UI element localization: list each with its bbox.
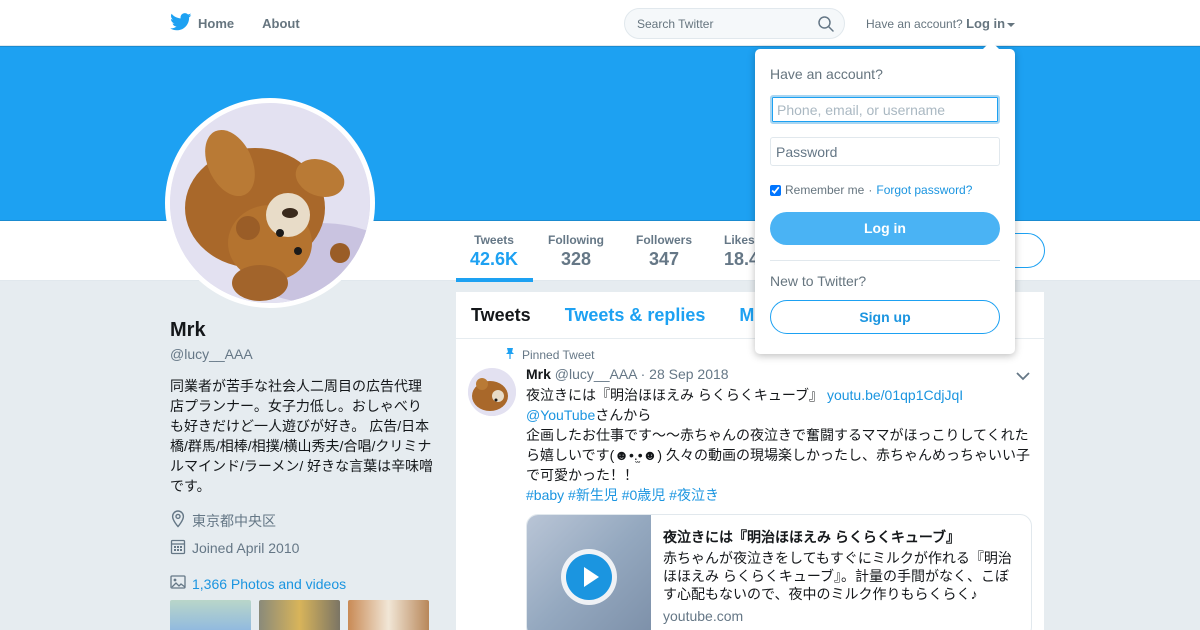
login-dropdown: Have an account? Remember me · Forgot pa… xyxy=(755,41,1015,354)
stat-tweets[interactable]: Tweets 42.6K xyxy=(470,233,518,270)
card-video-thumbnail[interactable] xyxy=(527,515,651,630)
media-thumbnail[interactable] xyxy=(170,600,251,630)
media-thumbnail[interactable] xyxy=(259,600,340,630)
media-thumbnail[interactable] xyxy=(348,600,429,630)
forgot-password-link[interactable]: Forgot password? xyxy=(876,183,972,197)
tweet-avatar[interactable] xyxy=(468,368,516,416)
play-circle xyxy=(566,554,612,600)
tab-media[interactable]: M xyxy=(739,305,754,326)
teddy-bear-photo xyxy=(170,103,370,303)
new-to-twitter-label: New to Twitter? xyxy=(770,273,867,289)
remember-me-checkbox[interactable] xyxy=(770,184,781,196)
tweet-url-link[interactable]: youtu.be/01qp1CdjJqI xyxy=(827,387,963,403)
location-pin-icon xyxy=(170,510,186,531)
top-nav-bar: Home About Have an account? Log in xyxy=(0,0,1200,46)
login-button[interactable]: Log in xyxy=(770,212,1000,245)
remember-row: Remember me · Forgot password? xyxy=(770,183,972,197)
media-thumbnails xyxy=(170,600,429,630)
tweet-header: Mrk @lucy__AAA · 28 Sep 2018 xyxy=(526,366,729,382)
nav-home[interactable]: Home xyxy=(170,12,235,34)
photos-videos-link[interactable]: 1,366 Photos and videos xyxy=(170,574,346,593)
login-toggle-label: Log in xyxy=(966,16,1006,31)
stat-value: 328 xyxy=(560,249,592,269)
stat-value: 347 xyxy=(648,249,680,269)
stat-value: 18.4 xyxy=(724,249,760,269)
nav-about[interactable]: About xyxy=(262,16,300,31)
tweet-hashtags[interactable]: #baby #新生児 #0歳児 #夜泣き xyxy=(526,485,1031,505)
stat-label: Tweets xyxy=(474,233,514,247)
search-icon[interactable] xyxy=(818,16,834,37)
profile-bio: 同業者が苦手な社会人二周目の広告代理店プランナー。女子力低し。おしゃべりも好きだ… xyxy=(170,378,434,494)
profile-location: 東京都中央区 xyxy=(170,510,276,531)
caret-down-icon xyxy=(1007,22,1016,27)
pinned-label: Pinned Tweet xyxy=(522,348,595,362)
username-field[interactable] xyxy=(770,95,1000,124)
stat-label: Followers xyxy=(636,233,693,247)
stat-likes[interactable]: Likes 18.4 xyxy=(724,233,759,270)
tweet-line: @YouTubeさんから xyxy=(526,405,1031,425)
password-field[interactable] xyxy=(770,137,1000,166)
tweet-body: 企画したお仕事です～～赤ちゃんの夜泣きで奮闘するママがほっこりしてくれたら嬉しい… xyxy=(526,427,1030,483)
image-icon xyxy=(170,574,186,593)
stat-value: 42.6K xyxy=(470,249,519,269)
remember-me-label[interactable]: Remember me xyxy=(785,183,864,197)
calendar-icon xyxy=(170,538,186,558)
divider xyxy=(770,260,1000,261)
card-title: 夜泣きには『明治ほほえみ らくらくキューブ』 xyxy=(663,529,961,545)
tweet-author[interactable]: Mrk xyxy=(526,366,551,382)
profile-avatar[interactable] xyxy=(165,98,375,308)
location-text: 東京都中央区 xyxy=(192,512,276,529)
search-box xyxy=(624,8,845,39)
play-triangle xyxy=(584,567,599,587)
play-button-icon[interactable] xyxy=(561,549,617,605)
chevron-down-icon[interactable] xyxy=(1016,368,1030,386)
account-prompt: Have an account? xyxy=(866,17,963,31)
profile-name[interactable]: Mrk xyxy=(170,319,206,342)
mention-suffix: さんから xyxy=(595,407,652,423)
tweet-line1-text: 夜泣きには『明治ほほえみ らくらくキューブ』 xyxy=(526,387,827,403)
search-input[interactable] xyxy=(625,9,805,38)
link-preview-card[interactable]: 夜泣きには『明治ほほえみ らくらくキューブ』 赤ちゃんが夜泣きをしてもすぐにミル… xyxy=(526,514,1032,630)
pinned-indicator: Pinned Tweet xyxy=(504,347,595,363)
twitter-bird-icon xyxy=(170,12,192,34)
profile-handle[interactable]: @lucy__AAA xyxy=(170,346,253,362)
tweet-date[interactable]: · 28 Sep 2018 xyxy=(641,366,729,382)
tab-tweets[interactable]: Tweets xyxy=(471,305,531,326)
dropdown-title: Have an account? xyxy=(770,66,883,82)
nav-left: Home About xyxy=(170,0,300,46)
stat-label: Following xyxy=(548,233,604,247)
stat-following[interactable]: Following 328 xyxy=(548,233,604,270)
photos-videos-label: 1,366 Photos and videos xyxy=(192,575,347,592)
stat-label: Likes xyxy=(724,233,755,247)
card-description: 赤ちゃんが夜泣きをしてもすぐにミルクが作れる『明治ほほえみ らくらくキューブ』。… xyxy=(663,550,1012,602)
nav-about-label: About xyxy=(262,15,300,31)
signup-button[interactable]: Sign up xyxy=(770,300,1000,334)
joined-text: Joined April 2010 xyxy=(192,540,300,556)
nav-home-label: Home xyxy=(198,15,235,31)
separator: · xyxy=(868,183,873,197)
tweet-text: 夜泣きには『明治ほほえみ らくらくキューブ』 youtu.be/01qp1Cdj… xyxy=(526,385,1031,505)
active-tab-underline xyxy=(456,278,533,282)
pin-icon xyxy=(504,347,516,363)
tweet-handle[interactable]: @lucy__AAA xyxy=(555,366,637,382)
tweet-line: 夜泣きには『明治ほほえみ らくらくキューブ』 youtu.be/01qp1Cdj… xyxy=(526,385,1031,405)
stat-followers[interactable]: Followers 347 xyxy=(636,233,692,270)
login-dropdown-toggle[interactable]: Have an account? Log in xyxy=(866,16,1016,31)
youtube-mention-link[interactable]: @YouTube xyxy=(526,407,595,423)
card-domain: youtube.com xyxy=(663,608,744,624)
profile-joined: Joined April 2010 xyxy=(170,538,299,558)
tab-tweets-replies[interactable]: Tweets & replies xyxy=(565,305,706,326)
